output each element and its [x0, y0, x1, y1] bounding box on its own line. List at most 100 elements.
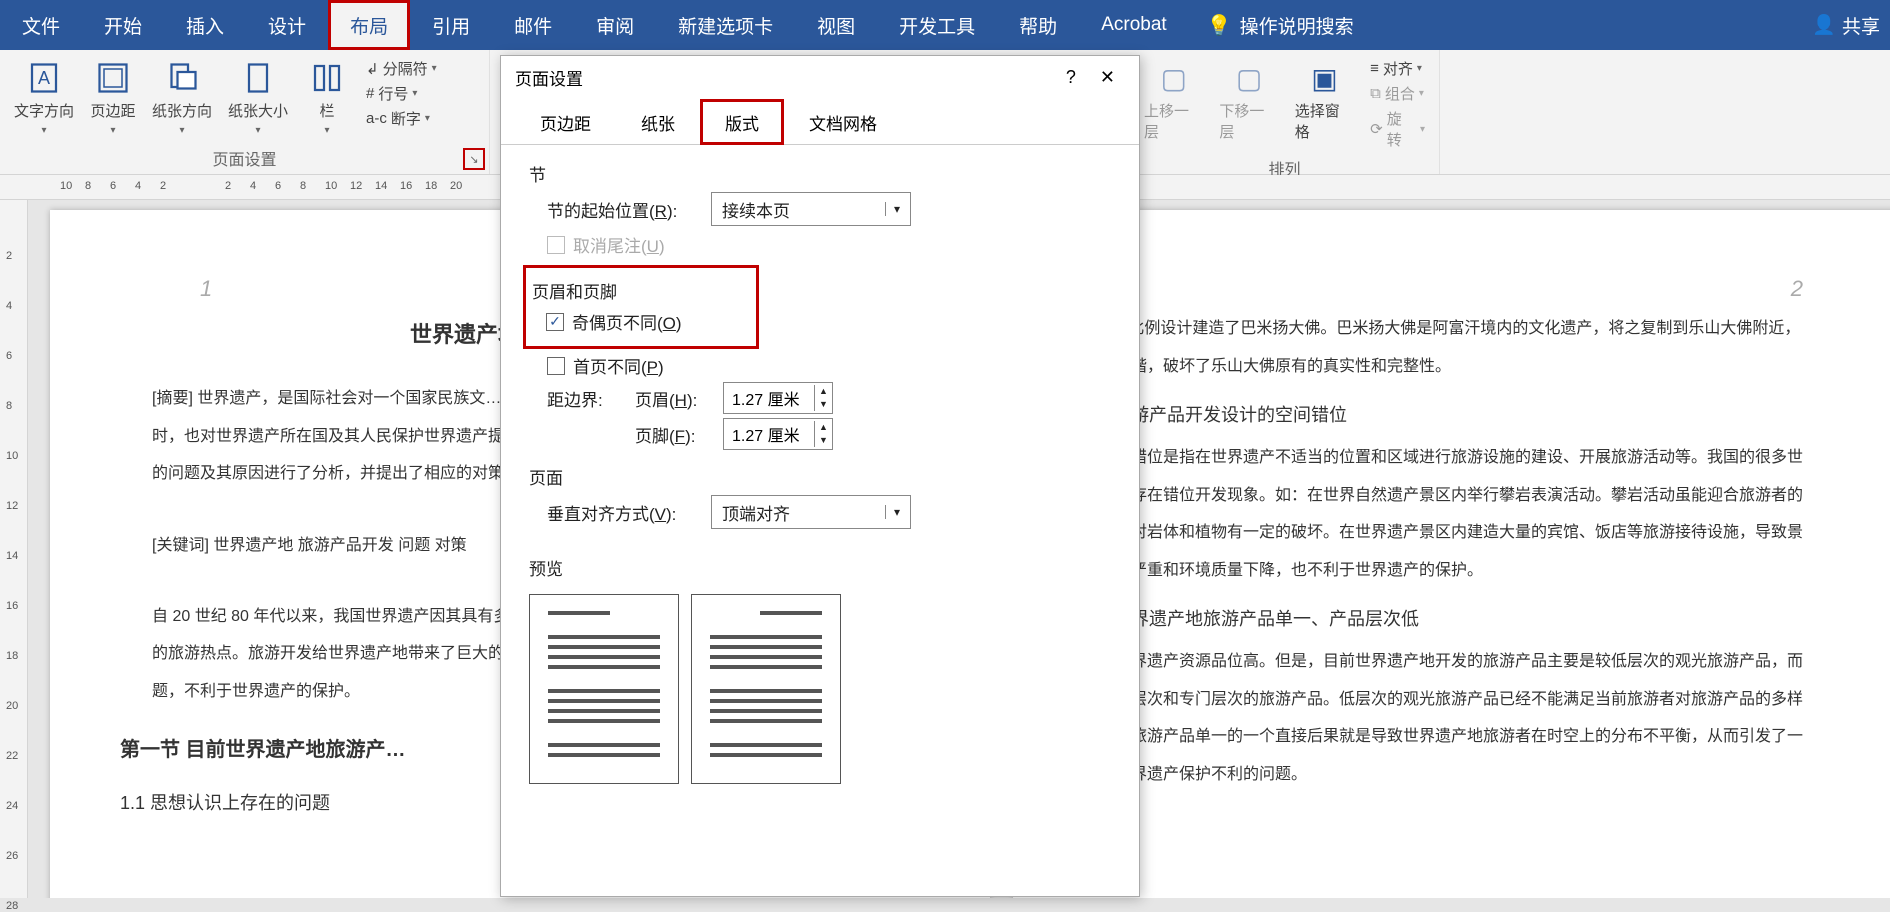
orientation-label: 纸张方向: [152, 100, 212, 121]
footer-distance-input[interactable]: [724, 419, 814, 449]
spin-down-icon[interactable]: ▼: [815, 434, 832, 447]
page-setup-launcher[interactable]: ↘: [463, 148, 485, 170]
rotate-icon: ⟳: [1370, 120, 1383, 138]
tab-view[interactable]: 视图: [795, 0, 877, 50]
margins-label: 页边距: [91, 100, 136, 121]
align-button[interactable]: ≡对齐▾: [1364, 56, 1431, 81]
ruler-tick: 16: [400, 180, 412, 192]
valign-value: 顶端对齐: [722, 500, 790, 525]
distance-label: 距边界:: [547, 386, 617, 411]
dialog-help-button[interactable]: ?: [1052, 67, 1090, 88]
tab-acrobat[interactable]: Acrobat: [1079, 0, 1188, 50]
bring-forward-label: 上移一层: [1144, 100, 1203, 142]
selection-pane-button[interactable]: ▣ 选择窗格: [1289, 56, 1360, 146]
send-backward-icon: ▢: [1231, 60, 1267, 96]
valign-select[interactable]: 顶端对齐 ▾: [711, 495, 911, 529]
send-backward-button[interactable]: ▢ 下移一层: [1213, 56, 1284, 146]
chevron-down-icon: ▾: [885, 202, 900, 216]
preview-page-right: [691, 594, 841, 784]
dialog-tabs: 页边距 纸张 版式 文档网格: [501, 98, 1139, 145]
dialog-close-button[interactable]: ✕: [1090, 67, 1125, 88]
dialog-title-text: 页面设置: [515, 65, 583, 90]
chevron-down-icon: ▾: [256, 125, 261, 136]
tab-references[interactable]: 引用: [410, 0, 492, 50]
tab-review[interactable]: 审阅: [574, 0, 656, 50]
rotate-button[interactable]: ⟳旋转▾: [1364, 106, 1431, 152]
spin-up-icon[interactable]: ▲: [815, 421, 832, 434]
preview-label: 预览: [529, 555, 1111, 580]
tab-file[interactable]: 文件: [0, 0, 82, 50]
ribbon-group-arrange: ▢ 上移一层 ▢ 下移一层 ▣ 选择窗格 ≡对齐▾ ⧉组合▾ ⟳旋转▾ 排列: [1130, 50, 1440, 174]
search-placeholder: 操作说明搜索: [1240, 12, 1354, 39]
ruler-tick: 20: [6, 700, 18, 712]
tab-layout[interactable]: 布局: [328, 0, 410, 50]
chevron-down-icon: ▾: [885, 505, 900, 519]
orientation-button[interactable]: 纸张方向 ▾: [146, 56, 218, 140]
header-distance-input[interactable]: [724, 383, 814, 413]
chevron-down-icon: ▾: [180, 125, 185, 136]
group-button[interactable]: ⧉组合▾: [1364, 81, 1431, 106]
person-icon: 👤: [1812, 13, 1836, 37]
bring-forward-button[interactable]: ▢ 上移一层: [1138, 56, 1209, 146]
ruler-tick: 18: [425, 180, 437, 192]
paragraph: 列对世界遗产保护不利的问题。: [1083, 758, 1883, 792]
line-numbers-button[interactable]: #行号▾: [360, 81, 443, 106]
bring-forward-icon: ▢: [1156, 60, 1192, 96]
spin-down-icon[interactable]: ▼: [815, 398, 832, 411]
hyphenation-button[interactable]: a-c断字▾: [360, 106, 443, 131]
breaks-icon: ↲: [366, 60, 379, 78]
menu-bar: 文件 开始 插入 设计 布局 引用 邮件 审阅 新建选项卡 视图 开发工具 帮助…: [0, 0, 1890, 50]
tab-developer[interactable]: 开发工具: [877, 0, 997, 50]
footer-distance-label: 页脚(F):: [635, 422, 705, 447]
ruler-tick: 10: [325, 180, 337, 192]
ruler-tick: 6: [275, 180, 281, 192]
ruler-tick: 26: [6, 850, 18, 862]
odd-even-checkbox[interactable]: ✓ 奇偶页不同(O): [546, 309, 752, 334]
line-numbers-icon: #: [366, 85, 374, 102]
paragraph: ：1 的比例设计建造了巴米扬大佛。巴米扬大佛是阿富汗境内的文化遗产，将之复制到乐…: [1083, 312, 1883, 346]
spin-up-icon[interactable]: ▲: [815, 385, 832, 398]
page-group-label: 页面: [529, 464, 1111, 489]
tell-me-search[interactable]: 💡 操作说明搜索: [1189, 0, 1372, 50]
tab-design[interactable]: 设计: [246, 0, 328, 50]
ruler-tick: 14: [375, 180, 387, 192]
columns-button[interactable]: 栏 ▾: [298, 56, 356, 140]
first-page-checkbox[interactable]: 首页不同(P): [547, 353, 1111, 378]
ruler-tick: 2: [225, 180, 231, 192]
dialog-titlebar: 页面设置 ? ✕: [501, 56, 1139, 98]
dialog-tab-grid[interactable]: 文档网格: [784, 99, 902, 145]
vertical-ruler[interactable]: 2 4 6 8 10 12 14 16 18 20 22 24 26 28: [0, 200, 28, 898]
send-backward-label: 下移一层: [1219, 100, 1278, 142]
dialog-tab-paper[interactable]: 纸张: [616, 99, 700, 145]
section-start-select[interactable]: 接续本页 ▾: [711, 192, 911, 226]
page-2[interactable]: 2 ：1 的比例设计建造了巴米扬大佛。巴米扬大佛是阿富汗境内的文化遗产，将之复制…: [1013, 210, 1890, 898]
tab-home[interactable]: 开始: [82, 0, 164, 50]
paragraph: 城市化严重和环境质量下降，也不利于世界遗产的保护。: [1083, 554, 1883, 588]
dialog-tab-layout[interactable]: 版式: [700, 99, 784, 145]
text-direction-button[interactable]: A 文字方向 ▾: [8, 56, 80, 140]
size-label: 纸张大小: [228, 100, 288, 121]
section-start-value: 接续本页: [722, 197, 790, 222]
size-button[interactable]: 纸张大小 ▾: [222, 56, 294, 140]
align-label: 对齐: [1383, 58, 1413, 79]
tab-mailings[interactable]: 邮件: [492, 0, 574, 50]
page-number: 2: [1791, 266, 1803, 312]
dialog-tab-margins[interactable]: 页边距: [515, 99, 616, 145]
ruler-tick: 14: [6, 550, 18, 562]
tab-insert[interactable]: 插入: [164, 0, 246, 50]
footer-distance-spinner[interactable]: ▲▼: [723, 418, 833, 450]
ruler-tick: 4: [135, 180, 141, 192]
breaks-button[interactable]: ↲分隔符▾: [360, 56, 443, 81]
header-distance-spinner[interactable]: ▲▼: [723, 382, 833, 414]
header-footer-group-label: 页眉和页脚: [532, 278, 752, 303]
ruler-tick: 10: [6, 450, 18, 462]
tab-help[interactable]: 帮助: [997, 0, 1079, 50]
ruler-tick: 8: [6, 400, 12, 412]
margins-button[interactable]: 页边距 ▾: [84, 56, 142, 140]
share-button[interactable]: 👤 共享: [1802, 0, 1890, 50]
selection-pane-icon: ▣: [1306, 60, 1342, 96]
paragraph: 及不和谐，破坏了乐山大佛原有的真实性和完整性。: [1083, 350, 1883, 384]
tab-newtab[interactable]: 新建选项卡: [656, 0, 795, 50]
ruler-tick: 24: [6, 800, 18, 812]
preview-page-left: [529, 594, 679, 784]
